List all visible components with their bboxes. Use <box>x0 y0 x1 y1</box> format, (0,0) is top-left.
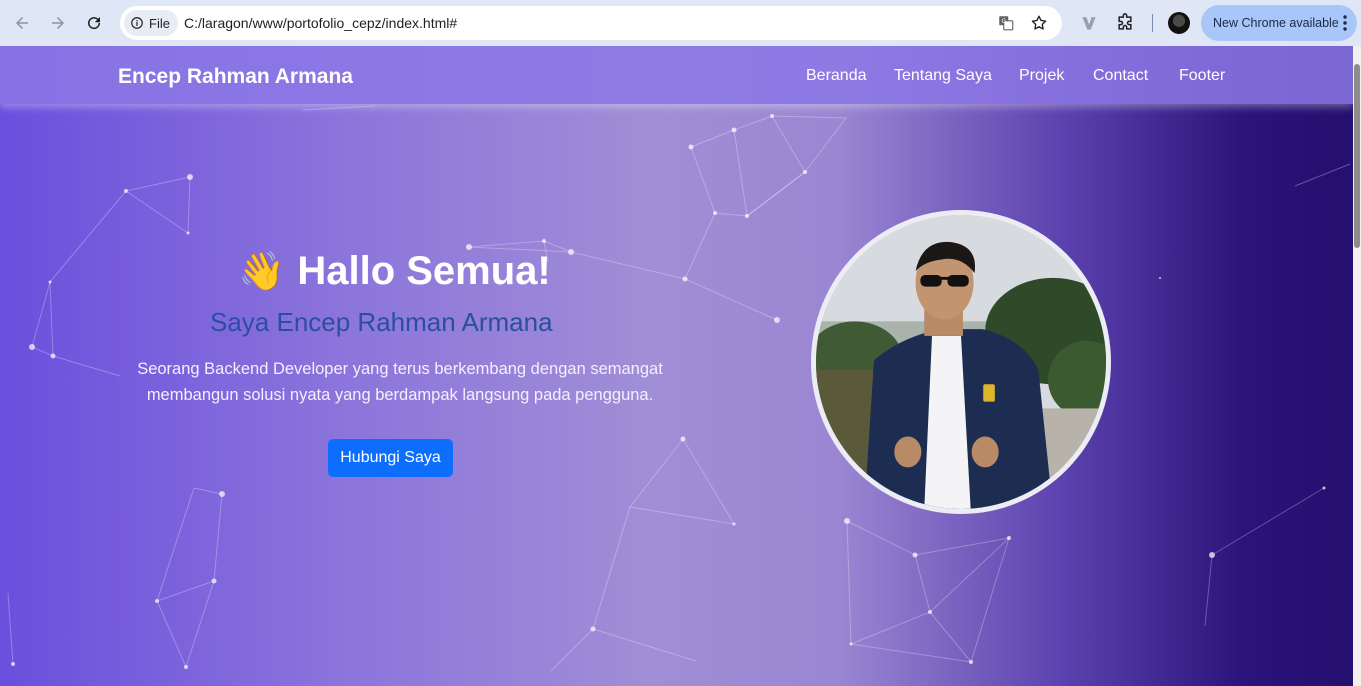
site-chip-label: File <box>149 15 170 31</box>
waving-hand-icon: 👋 <box>238 250 286 293</box>
browser-toolbar: File C:/laragon/www/portofolio_cepz/inde… <box>0 0 1361 46</box>
nav-link-tentang-saya[interactable]: Tentang Saya <box>894 67 992 85</box>
info-icon <box>131 17 143 29</box>
address-bar[interactable]: File C:/laragon/www/portofolio_cepz/inde… <box>120 6 1062 40</box>
profile-avatar[interactable] <box>1168 12 1190 34</box>
scrollbar-thumb[interactable] <box>1354 64 1360 248</box>
hero-subtitle: Saya Encep Rahman Armana <box>210 307 553 337</box>
update-label: New Chrome available <box>1213 16 1339 30</box>
hero-title: 👋 Hallo Semua! <box>238 249 551 294</box>
page-viewport: Encep Rahman Armana Beranda Tentang Saya… <box>0 46 1353 686</box>
update-chrome-button[interactable]: New Chrome available <box>1201 5 1357 41</box>
contact-me-button[interactable]: Hubungi Saya <box>328 439 453 477</box>
profile-photo <box>811 210 1111 514</box>
kebab-menu-icon <box>1343 15 1347 31</box>
back-button[interactable] <box>8 9 36 37</box>
svg-text:G: G <box>1002 18 1007 25</box>
translate-button[interactable]: G <box>996 13 1016 33</box>
toolbar-separator <box>1152 14 1153 32</box>
extensions-button[interactable] <box>1113 11 1137 35</box>
puzzle-icon <box>1118 13 1132 30</box>
translate-icon: G <box>999 16 1014 31</box>
reload-icon <box>88 17 101 30</box>
arrow-left-icon <box>16 17 28 29</box>
forward-button[interactable] <box>44 9 72 37</box>
reload-button[interactable] <box>80 9 108 37</box>
star-icon <box>1031 15 1047 30</box>
nav-link-contact[interactable]: Contact <box>1093 67 1148 85</box>
page-scrollbar[interactable] <box>1353 46 1361 686</box>
url-text[interactable]: C:/laragon/www/portofolio_cepz/index.htm… <box>184 15 457 31</box>
v-extension-icon <box>1082 17 1096 30</box>
nav-link-footer[interactable]: Footer <box>1179 67 1225 85</box>
hero-description: Seorang Backend Developer yang terus ber… <box>137 360 663 404</box>
profile-photo-illustration <box>816 215 1106 509</box>
hero-title-text: Hallo Semua! <box>297 249 551 293</box>
v-extension-button[interactable] <box>1077 11 1101 35</box>
arrow-right-icon <box>52 17 64 29</box>
site-navbar: Encep Rahman Armana Beranda Tentang Saya… <box>0 46 1353 104</box>
nav-link-beranda[interactable]: Beranda <box>806 67 867 85</box>
site-info-chip[interactable]: File <box>124 10 178 36</box>
nav-link-projek[interactable]: Projek <box>1019 67 1064 85</box>
bookmark-button[interactable] <box>1029 13 1049 33</box>
brand-logo-text[interactable]: Encep Rahman Armana <box>118 65 353 89</box>
